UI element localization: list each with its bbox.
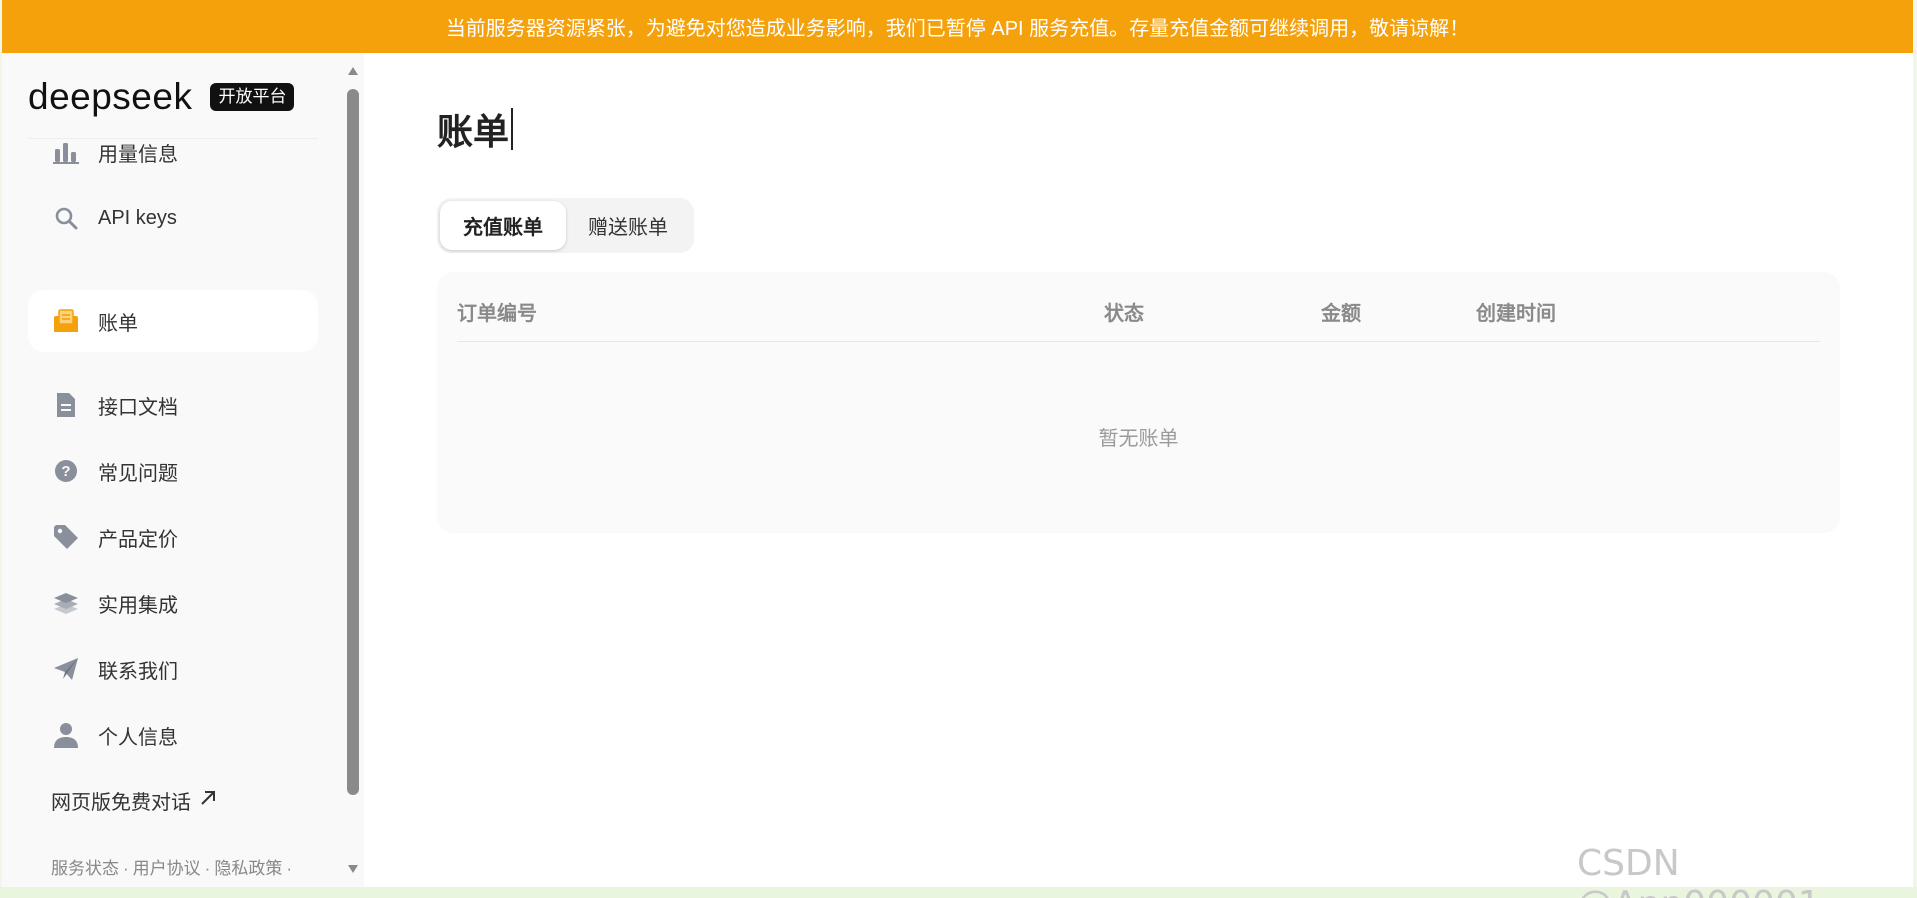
tab-gift-bills[interactable]: 赠送账单: [566, 201, 690, 250]
send-icon: [52, 655, 80, 683]
scroll-up-icon[interactable]: [347, 63, 359, 81]
footer-links: 服务状态 · 用户协议 · 隐私政策 ·: [51, 859, 293, 878]
tag-icon: [52, 523, 80, 551]
brand-badge: 开放平台: [210, 83, 295, 111]
bar-chart-icon: [52, 138, 80, 166]
sidebar-item-label: 接口文档: [98, 396, 178, 419]
bill-tabs: 充值账单 赠送账单: [437, 198, 694, 253]
sidebar-item-label: 账单: [98, 312, 138, 335]
web-chat-link-label: 网页版免费对话: [51, 792, 191, 814]
sidebar-item-label: 个人信息: [98, 726, 178, 749]
sidebar-scrollbar[interactable]: [342, 53, 364, 887]
sidebar-item-label: 常见问题: [98, 462, 178, 485]
column-header-created-time: 创建时间: [1476, 303, 1556, 325]
question-icon: ?: [52, 457, 80, 485]
main-content: 账单 充值账单 赠送账单 订单编号 状态 金额 创建时间 暂无账单: [364, 53, 1913, 887]
sidebar-item-label: 用量信息: [98, 143, 178, 166]
column-header-order-id: 订单编号: [457, 303, 537, 325]
scrollbar-thumb[interactable]: [347, 89, 359, 795]
user-icon: [52, 721, 80, 749]
sidebar-item-label: 产品定价: [98, 528, 178, 551]
sidebar-item-pricing[interactable]: 产品定价: [28, 506, 318, 568]
sidebar-item-usage[interactable]: 用量信息: [28, 121, 318, 183]
watermark: CSDN @Ann000001: [1577, 843, 1821, 898]
sidebar-item-profile[interactable]: 个人信息: [28, 704, 318, 766]
divider: [457, 341, 1820, 342]
sidebar-item-api-keys[interactable]: API keys: [28, 187, 318, 249]
footer-link-terms[interactable]: 用户协议: [133, 859, 201, 878]
search-icon: [52, 204, 80, 232]
page-title: 账单: [437, 103, 514, 155]
sidebar-item-billing[interactable]: 账单: [28, 290, 318, 352]
sidebar-item-docs[interactable]: 接口文档: [28, 374, 318, 436]
bills-table: 订单编号 状态 金额 创建时间 暂无账单: [437, 272, 1840, 533]
sidebar-item-label: 联系我们: [98, 660, 178, 683]
notice-banner: 当前服务器资源紧张，为避免对您造成业务影响，我们已暂停 API 服务充值。存量充…: [2, 0, 1913, 53]
text-caret: [511, 108, 514, 150]
app-window: 当前服务器资源紧张，为避免对您造成业务影响，我们已暂停 API 服务充值。存量充…: [2, 0, 1913, 887]
page-title-text: 账单: [437, 111, 510, 152]
column-header-amount: 金额: [1321, 303, 1361, 325]
tab-recharge-bills[interactable]: 充值账单: [440, 201, 566, 250]
sidebar-item-faq[interactable]: ? 常见问题: [28, 440, 318, 502]
external-link-icon: [199, 789, 217, 813]
brand[interactable]: deepseek 开放平台: [28, 76, 295, 117]
document-icon: [52, 391, 80, 419]
svg-text:?: ?: [61, 463, 70, 480]
empty-state-text: 暂无账单: [1098, 428, 1179, 450]
sidebar-item-label: API keys: [98, 206, 177, 229]
sidebar-item-contact[interactable]: 联系我们: [28, 638, 318, 700]
bill-icon: [52, 307, 80, 335]
footer-link-status[interactable]: 服务状态: [51, 859, 119, 878]
column-header-status: 状态: [1104, 303, 1144, 325]
sidebar: deepseek 开放平台 用量信息 API keys 账单 接口文档 ? 常见…: [2, 53, 342, 887]
notice-banner-text: 当前服务器资源紧张，为避免对您造成业务影响，我们已暂停 API 服务充值。存量充…: [445, 18, 1470, 40]
web-chat-link[interactable]: 网页版免费对话: [51, 786, 217, 815]
brand-logo: deepseek: [28, 76, 193, 117]
footer-link-privacy[interactable]: 隐私政策: [214, 859, 282, 878]
sidebar-item-label: 实用集成: [98, 594, 178, 617]
sidebar-item-integrations[interactable]: 实用集成: [28, 572, 318, 634]
scroll-down-icon[interactable]: [347, 861, 359, 879]
layers-icon: [52, 589, 80, 617]
